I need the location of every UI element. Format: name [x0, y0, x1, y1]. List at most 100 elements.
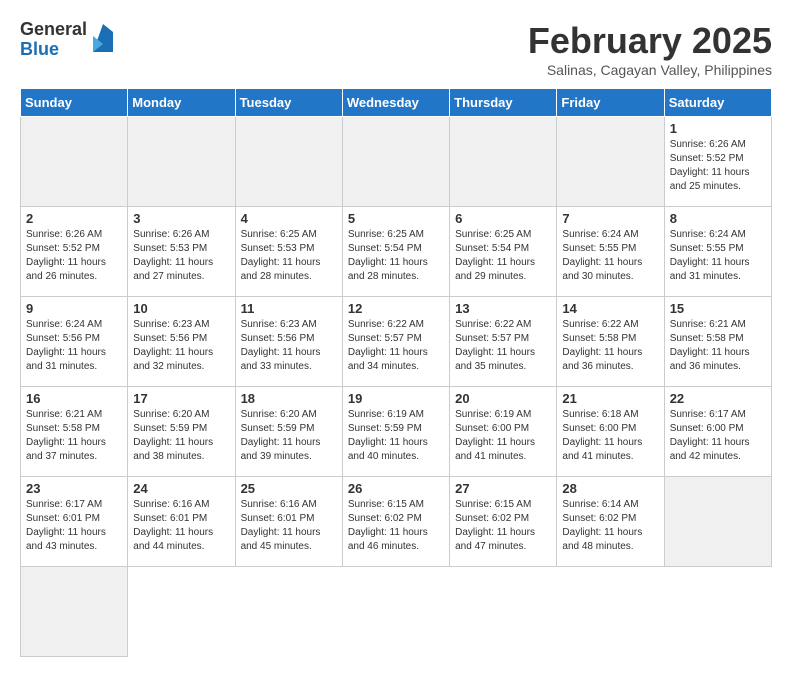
table-row: 23Sunrise: 6:17 AM Sunset: 6:01 PM Dayli… [21, 477, 128, 567]
day-number: 20 [455, 391, 551, 406]
day-number: 19 [348, 391, 444, 406]
day-info: Sunrise: 6:24 AM Sunset: 5:55 PM Dayligh… [562, 228, 658, 284]
weekday-header: Friday [557, 89, 664, 117]
logo-general-text: General [20, 20, 87, 40]
table-row: 15 Sunrise: 6:21 AM Sunset: 5:58 PM Dayli… [664, 297, 771, 387]
day-number: 1 [670, 121, 766, 136]
table-row: 4 Sunrise: 6:25 AM Sunset: 5:53 PM Daylig… [235, 207, 342, 297]
table-row: 22 Sunrise: 6:17 AM Sunset: 6:00 PM Dayli… [664, 387, 771, 477]
table-row: 1 Sunrise: 6:26 AM Sunset: 5:52 PM Daylig… [664, 117, 771, 207]
day-number: 13 [455, 301, 551, 316]
table-row [557, 117, 664, 207]
weekday-header: Wednesday [342, 89, 449, 117]
day-number: 4 [241, 211, 337, 226]
day-number: 10 [133, 301, 229, 316]
day-number: 17 [133, 391, 229, 406]
day-number: 6 [455, 211, 551, 226]
day-number: 18 [241, 391, 337, 406]
weekday-header: Saturday [664, 89, 771, 117]
table-row: 3 Sunrise: 6:26 AM Sunset: 5:53 PM Daylig… [128, 207, 235, 297]
day-info: Sunrise: 6:19 AM Sunset: 6:00 PM Dayligh… [455, 408, 551, 464]
table-row: 25 Sunrise: 6:16 AM Sunset: 6:01 PM Dayli… [235, 477, 342, 567]
day-info: Sunrise: 6:25 AM Sunset: 5:54 PM Dayligh… [455, 228, 551, 284]
day-number: 12 [348, 301, 444, 316]
table-row: 6 Sunrise: 6:25 AM Sunset: 5:54 PM Daylig… [450, 207, 557, 297]
table-row [21, 117, 128, 207]
day-number: 27 [455, 481, 551, 496]
day-number: 25 [241, 481, 337, 496]
table-row [450, 117, 557, 207]
day-number: 3 [133, 211, 229, 226]
table-row: 5 Sunrise: 6:25 AM Sunset: 5:54 PM Daylig… [342, 207, 449, 297]
table-row: 13 Sunrise: 6:22 AM Sunset: 5:57 PM Dayli… [450, 297, 557, 387]
table-row: 11Sunrise: 6:23 AM Sunset: 5:56 PM Dayli… [235, 297, 342, 387]
table-row: 28 Sunrise: 6:14 AM Sunset: 6:02 PM Dayli… [557, 477, 664, 567]
location-subtitle: Salinas, Cagayan Valley, Philippines [528, 62, 772, 78]
day-info: Sunrise: 6:20 AM Sunset: 5:59 PM Dayligh… [133, 408, 229, 464]
day-info: Sunrise: 6:24 AM Sunset: 5:56 PM Dayligh… [26, 318, 122, 374]
table-row: 20 Sunrise: 6:19 AM Sunset: 6:00 PM Dayli… [450, 387, 557, 477]
table-row: 12 Sunrise: 6:22 AM Sunset: 5:57 PM Dayli… [342, 297, 449, 387]
calendar-row: 1 Sunrise: 6:26 AM Sunset: 5:52 PM Daylig… [21, 117, 772, 207]
weekday-header: Sunday [21, 89, 128, 117]
weekday-header: Tuesday [235, 89, 342, 117]
day-number: 15 [670, 301, 766, 316]
day-number: 22 [670, 391, 766, 406]
month-year-title: February 2025 [528, 20, 772, 62]
calendar-row: 23Sunrise: 6:17 AM Sunset: 6:01 PM Dayli… [21, 477, 772, 567]
day-info: Sunrise: 6:17 AM Sunset: 6:01 PM Dayligh… [26, 498, 122, 554]
table-row: 18 Sunrise: 6:20 AM Sunset: 5:59 PM Dayli… [235, 387, 342, 477]
table-row [342, 117, 449, 207]
day-info: Sunrise: 6:22 AM Sunset: 5:57 PM Dayligh… [455, 318, 551, 374]
table-row [235, 117, 342, 207]
table-row [664, 477, 771, 567]
day-number: 5 [348, 211, 444, 226]
day-info: Sunrise: 6:14 AM Sunset: 6:02 PM Dayligh… [562, 498, 658, 554]
table-row: 26 Sunrise: 6:15 AM Sunset: 6:02 PM Dayli… [342, 477, 449, 567]
table-row: 9Sunrise: 6:24 AM Sunset: 5:56 PM Daylig… [21, 297, 128, 387]
day-info: Sunrise: 6:26 AM Sunset: 5:53 PM Dayligh… [133, 228, 229, 284]
weekday-header: Thursday [450, 89, 557, 117]
table-row: 10 Sunrise: 6:23 AM Sunset: 5:56 PM Dayli… [128, 297, 235, 387]
day-number: 28 [562, 481, 658, 496]
day-number: 26 [348, 481, 444, 496]
day-info: Sunrise: 6:22 AM Sunset: 5:57 PM Dayligh… [348, 318, 444, 374]
day-info: Sunrise: 6:26 AM Sunset: 5:52 PM Dayligh… [670, 138, 766, 194]
day-info: Sunrise: 6:21 AM Sunset: 5:58 PM Dayligh… [670, 318, 766, 374]
calendar-header-row: SundayMondayTuesdayWednesdayThursdayFrid… [21, 89, 772, 117]
title-section: February 2025 Salinas, Cagayan Valley, P… [528, 20, 772, 78]
table-row: 14 Sunrise: 6:22 AM Sunset: 5:58 PM Dayli… [557, 297, 664, 387]
calendar-row: 16 Sunrise: 6:21 AM Sunset: 5:58 PM Dayli… [21, 387, 772, 477]
logo-icon [93, 24, 113, 52]
table-row: 27 Sunrise: 6:15 AM Sunset: 6:02 PM Dayli… [450, 477, 557, 567]
table-row: 2Sunrise: 6:26 AM Sunset: 5:52 PM Daylig… [21, 207, 128, 297]
table-row [128, 117, 235, 207]
table-row: 17 Sunrise: 6:20 AM Sunset: 5:59 PM Dayli… [128, 387, 235, 477]
day-number: 7 [562, 211, 658, 226]
table-row: 8Sunrise: 6:24 AM Sunset: 5:55 PM Daylig… [664, 207, 771, 297]
day-number: 24 [133, 481, 229, 496]
day-info: Sunrise: 6:17 AM Sunset: 6:00 PM Dayligh… [670, 408, 766, 464]
day-number: 8 [670, 211, 766, 226]
weekday-header: Monday [128, 89, 235, 117]
day-info: Sunrise: 6:16 AM Sunset: 6:01 PM Dayligh… [241, 498, 337, 554]
day-info: Sunrise: 6:20 AM Sunset: 5:59 PM Dayligh… [241, 408, 337, 464]
day-info: Sunrise: 6:25 AM Sunset: 5:54 PM Dayligh… [348, 228, 444, 284]
day-info: Sunrise: 6:15 AM Sunset: 6:02 PM Dayligh… [348, 498, 444, 554]
table-row: 24Sunrise: 6:16 AM Sunset: 6:01 PM Dayli… [128, 477, 235, 567]
day-info: Sunrise: 6:22 AM Sunset: 5:58 PM Dayligh… [562, 318, 658, 374]
logo: General Blue [20, 20, 113, 60]
day-info: Sunrise: 6:23 AM Sunset: 5:56 PM Dayligh… [133, 318, 229, 374]
day-number: 14 [562, 301, 658, 316]
day-info: Sunrise: 6:15 AM Sunset: 6:02 PM Dayligh… [455, 498, 551, 554]
day-info: Sunrise: 6:25 AM Sunset: 5:53 PM Dayligh… [241, 228, 337, 284]
day-number: 16 [26, 391, 122, 406]
calendar-row: 2Sunrise: 6:26 AM Sunset: 5:52 PM Daylig… [21, 207, 772, 297]
header: General Blue February 2025 Salinas, Caga… [20, 20, 772, 78]
day-info: Sunrise: 6:21 AM Sunset: 5:58 PM Dayligh… [26, 408, 122, 464]
day-info: Sunrise: 6:19 AM Sunset: 5:59 PM Dayligh… [348, 408, 444, 464]
day-number: 11 [241, 301, 337, 316]
calendar-table: SundayMondayTuesdayWednesdayThursdayFrid… [20, 88, 772, 657]
day-number: 2 [26, 211, 122, 226]
day-number: 21 [562, 391, 658, 406]
